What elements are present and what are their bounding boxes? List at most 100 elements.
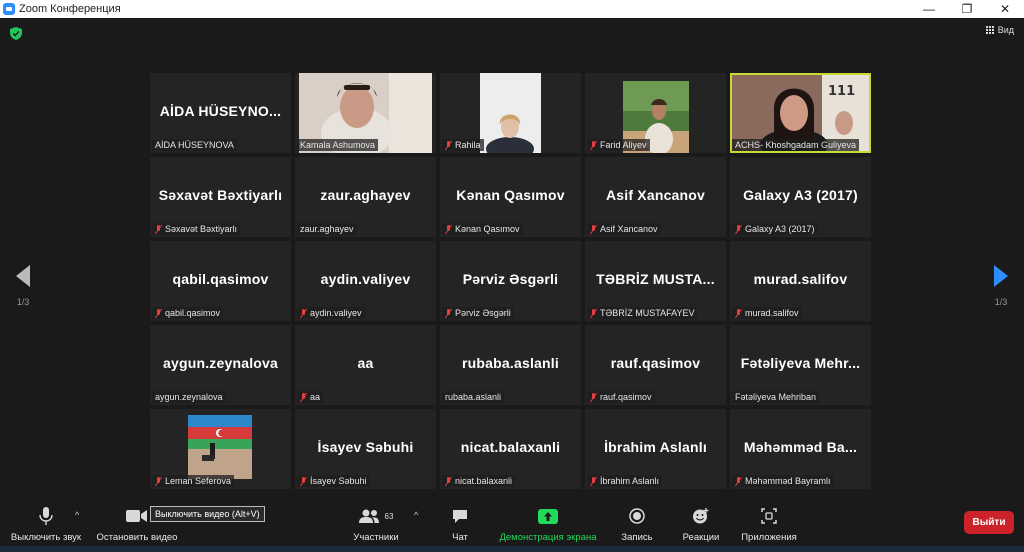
next-page-button[interactable]: 1/3 bbox=[986, 265, 1016, 307]
participant-tile[interactable]: aydin.valiyev aydin.valiyev bbox=[295, 241, 436, 321]
participant-display-name: qabil.qasimov bbox=[172, 271, 269, 287]
participant-video bbox=[480, 73, 541, 153]
participant-tile[interactable]: nicat.balaxanli nicat.balaxanli bbox=[440, 409, 581, 489]
participant-name-text: aydin.valiyev bbox=[310, 308, 362, 318]
muted-microphone-icon bbox=[155, 224, 162, 234]
participant-display-name: aygun.zeynalova bbox=[162, 355, 279, 371]
participant-tile[interactable]: TƏBRİZ MUSTA... TƏBRİZ MUSTAFAYEV bbox=[585, 241, 726, 321]
participant-display-name: TƏBRİZ MUSTA... bbox=[596, 271, 715, 287]
participant-tile[interactable]: 111 ACHS- Khoshgadam Guliyeva bbox=[730, 73, 871, 153]
participant-name-label: TƏBRİZ MUSTAFAYEV bbox=[587, 307, 698, 319]
maximize-button[interactable]: ❐ bbox=[948, 0, 986, 18]
share-screen-button[interactable]: Демонстрация экрана bbox=[496, 506, 600, 543]
stop-video-tooltip: Выключить видео (Alt+V) bbox=[150, 506, 265, 522]
participant-display-name: Pərviz Əsgərli bbox=[462, 271, 559, 287]
participant-name-text: Asif Xancanov bbox=[600, 224, 658, 234]
participant-name-text: Galaxy A3 (2017) bbox=[745, 224, 815, 234]
participant-tile[interactable]: rauf.qasimov rauf.qasimov bbox=[585, 325, 726, 405]
participant-tile[interactable]: Məhəmməd Ba... Məhəmməd Bayramlı bbox=[730, 409, 871, 489]
share-screen-label: Демонстрация экрана bbox=[499, 532, 597, 543]
participant-name-text: qabil.qasimov bbox=[165, 308, 221, 318]
close-button[interactable]: ✕ bbox=[986, 0, 1024, 18]
audio-options-caret[interactable]: ^ bbox=[75, 510, 79, 520]
participant-name-label: Rahila bbox=[442, 139, 484, 151]
participant-tile[interactable]: Rahila bbox=[440, 73, 581, 153]
participant-name-label: Fətəliyeva Mehriban bbox=[732, 391, 820, 403]
minimize-button[interactable]: — bbox=[910, 0, 948, 18]
participant-name-text: İsayev Səbuhi bbox=[310, 476, 367, 486]
participants-button[interactable]: 63 Участники bbox=[350, 506, 402, 543]
leave-button[interactable]: Выйти bbox=[964, 511, 1014, 534]
participant-name-text: rubaba.aslanli bbox=[445, 392, 502, 402]
participant-name-label: qabil.qasimov bbox=[152, 307, 224, 319]
participant-tile[interactable]: rubaba.aslanli rubaba.aslanli bbox=[440, 325, 581, 405]
participant-display-name: rubaba.aslanli bbox=[462, 355, 559, 371]
participant-tile[interactable]: İsayev Səbuhi İsayev Səbuhi bbox=[295, 409, 436, 489]
participant-name-text: aygun.zeynalova bbox=[155, 392, 223, 402]
apps-button[interactable]: Приложения bbox=[738, 506, 800, 543]
participant-display-name: rauf.qasimov bbox=[610, 355, 701, 371]
chat-label: Чат bbox=[452, 532, 468, 543]
participant-tile[interactable]: aa aa bbox=[295, 325, 436, 405]
participant-display-name: nicat.balaxanli bbox=[460, 439, 561, 455]
participant-tile[interactable]: Pərviz Əsgərli Pərviz Əsgərli bbox=[440, 241, 581, 321]
participant-tile[interactable]: Kənan Qasımov Kənan Qasımov bbox=[440, 157, 581, 237]
participant-name-text: Kamala Ashumova bbox=[300, 140, 376, 150]
participant-tile[interactable]: Səxavət Bəxtiyarlı Səxavət Bəxtiyarlı bbox=[150, 157, 291, 237]
mute-button[interactable]: Выключить звук bbox=[8, 506, 84, 543]
participants-options-caret[interactable]: ^ bbox=[414, 510, 418, 520]
participant-display-name: Məhəmməd Ba... bbox=[743, 439, 858, 455]
participant-tile[interactable]: Farid Aliyev bbox=[585, 73, 726, 153]
participant-name-label: murad.salifov bbox=[732, 307, 802, 319]
participant-tile[interactable]: Kamala Ashumova bbox=[295, 73, 436, 153]
muted-microphone-icon bbox=[445, 308, 452, 318]
apps-label: Приложения bbox=[741, 532, 797, 543]
participant-name-text: Səxavət Bəxtiyarlı bbox=[165, 224, 238, 234]
muted-microphone-icon bbox=[300, 308, 307, 318]
participant-name-label: İsayev Səbuhi bbox=[297, 475, 370, 487]
security-shield-icon[interactable] bbox=[10, 27, 22, 40]
participants-label: Участники bbox=[353, 532, 399, 543]
muted-microphone-icon bbox=[445, 140, 452, 150]
participant-tile[interactable]: aygun.zeynalova aygun.zeynalova bbox=[150, 325, 291, 405]
participant-name-text: nicat.balaxanli bbox=[455, 476, 513, 486]
participant-name-text: TƏBRİZ MUSTAFAYEV bbox=[600, 308, 695, 318]
participant-name-label: Leman Seferova bbox=[152, 475, 235, 487]
view-button[interactable]: Вид bbox=[985, 25, 1014, 35]
participant-tile[interactable]: İbrahim Aslanlı İbrahim Aslanlı bbox=[585, 409, 726, 489]
participant-tile[interactable]: zaur.aghayev zaur.aghayev bbox=[295, 157, 436, 237]
participant-display-name: AİDA HÜSEYNO... bbox=[159, 103, 282, 119]
participant-display-name: İsayev Səbuhi bbox=[317, 439, 414, 455]
muted-microphone-icon bbox=[445, 476, 452, 486]
chat-button[interactable]: Чат bbox=[446, 506, 474, 543]
left-arrow-icon bbox=[16, 265, 30, 287]
taskbar-strip bbox=[0, 546, 1024, 552]
participant-tile[interactable]: Leman Seferova bbox=[150, 409, 291, 489]
participant-display-name: murad.salifov bbox=[753, 271, 848, 287]
participant-tile[interactable]: qabil.qasimov qabil.qasimov bbox=[150, 241, 291, 321]
participant-name-label: İbrahim Aslanlı bbox=[587, 475, 663, 487]
reactions-button[interactable]: Реакции bbox=[680, 506, 722, 543]
participant-tile[interactable]: Asif Xancanov Asif Xancanov bbox=[585, 157, 726, 237]
chat-bubble-icon bbox=[452, 506, 468, 526]
muted-microphone-icon bbox=[735, 476, 742, 486]
record-button[interactable]: Запись bbox=[618, 506, 656, 543]
participant-name-label: zaur.aghayev bbox=[297, 223, 357, 235]
record-icon bbox=[629, 506, 645, 526]
participant-name-text: Pərviz Əsgərli bbox=[455, 308, 511, 318]
participant-name-text: Kənan Qasımov bbox=[455, 224, 520, 234]
participant-name-label: Pərviz Əsgərli bbox=[442, 307, 514, 319]
participant-name-text: murad.salifov bbox=[745, 308, 799, 318]
participant-name-text: Rahila bbox=[455, 140, 481, 150]
previous-page-button[interactable]: 1/3 bbox=[8, 265, 38, 307]
participant-tile[interactable]: Galaxy A3 (2017) Galaxy A3 (2017) bbox=[730, 157, 871, 237]
participant-display-name: Kənan Qasımov bbox=[456, 187, 565, 203]
participant-tile[interactable]: murad.salifov murad.salifov bbox=[730, 241, 871, 321]
participant-tile[interactable]: AİDA HÜSEYNO... AİDA HÜSEYNOVA bbox=[150, 73, 291, 153]
participant-display-name: Asif Xancanov bbox=[605, 187, 706, 203]
muted-microphone-icon bbox=[155, 308, 162, 318]
participant-tile[interactable]: Fətəliyeva Mehr... Fətəliyeva Mehriban bbox=[730, 325, 871, 405]
muted-microphone-icon bbox=[445, 224, 452, 234]
participant-name-label: Kənan Qasımov bbox=[442, 223, 523, 235]
participant-name-text: zaur.aghayev bbox=[300, 224, 354, 234]
